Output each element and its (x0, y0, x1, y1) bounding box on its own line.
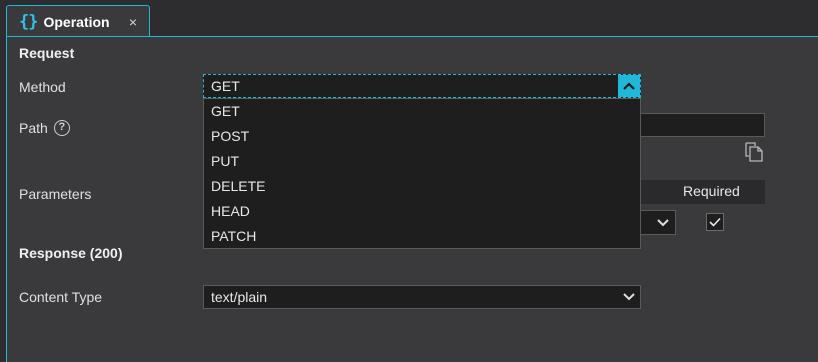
method-dropdown-list: GET POST PUT DELETE HEAD PATCH (203, 98, 641, 249)
content-type-value: text/plain (211, 289, 268, 305)
chevron-up-icon[interactable] (618, 75, 640, 97)
braces-icon: {} (19, 11, 39, 32)
method-option-delete[interactable]: DELETE (204, 174, 640, 199)
path-label: Path (19, 120, 48, 136)
required-checkbox[interactable] (706, 213, 724, 231)
response-heading: Response (200) (19, 245, 123, 261)
required-column-header: Required (683, 183, 740, 199)
tab-bar: {} Operation × (0, 0, 818, 37)
path-label-row: Path ? (19, 120, 70, 136)
content-type-label: Content Type (19, 289, 103, 305)
method-option-head[interactable]: HEAD (204, 199, 640, 224)
method-option-get[interactable]: GET (204, 99, 640, 124)
method-select-value: GET (211, 78, 240, 94)
close-icon[interactable]: × (129, 14, 137, 30)
parameter-type-select[interactable] (640, 210, 676, 235)
content-type-select[interactable]: text/plain (203, 285, 641, 309)
tab-title: Operation (43, 13, 110, 30)
chevron-down-icon[interactable] (618, 286, 640, 308)
copy-icon[interactable] (744, 142, 764, 165)
request-heading: Request (19, 45, 75, 61)
method-select[interactable]: GET (203, 74, 641, 98)
help-icon[interactable]: ? (53, 120, 70, 136)
method-option-post[interactable]: POST (204, 124, 640, 149)
parameters-label: Parameters (19, 186, 92, 202)
tab-operation[interactable]: {} Operation × (6, 5, 150, 37)
method-label: Method (19, 79, 66, 95)
method-option-patch[interactable]: PATCH (204, 224, 640, 249)
method-option-put[interactable]: PUT (204, 149, 640, 174)
chevron-down-icon[interactable] (652, 212, 674, 234)
checkmark-icon (709, 217, 721, 227)
